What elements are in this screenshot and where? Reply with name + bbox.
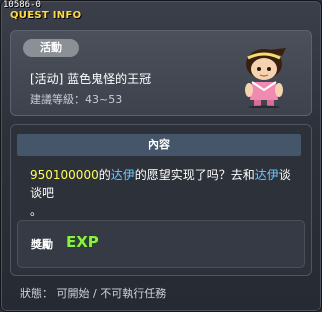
npc-name-link: 达伊	[254, 168, 279, 182]
desc-text: 。	[30, 204, 43, 218]
level-requirement: 建議等級：43~53	[30, 93, 123, 106]
exp-icon: EXP	[64, 232, 100, 251]
reward-label: 獎勵	[31, 238, 53, 251]
category-badge: 活動	[23, 39, 79, 57]
quest-name: [活动] 蓝色鬼怪的王冠	[30, 72, 152, 86]
exp-text: EXP	[66, 233, 99, 250]
map-id-text: 950100000	[30, 168, 99, 182]
npc-portrait-icon	[238, 44, 290, 109]
quest-id-text: 10586-0	[3, 0, 41, 10]
npc-name-link: 达伊	[110, 168, 135, 182]
content-header: 內容	[17, 134, 301, 156]
quest-status: 狀態： 可開始 / 不可執行任務	[20, 287, 167, 300]
window-title: QUEST INFO	[10, 10, 82, 21]
quest-description: 950100000的达伊的愿望实现了吗？去和达伊谈谈吧 。	[30, 166, 302, 220]
reward-box	[17, 220, 305, 268]
desc-text: 的	[98, 168, 111, 182]
desc-text: 的愿望实现了吗？去和	[134, 168, 255, 182]
